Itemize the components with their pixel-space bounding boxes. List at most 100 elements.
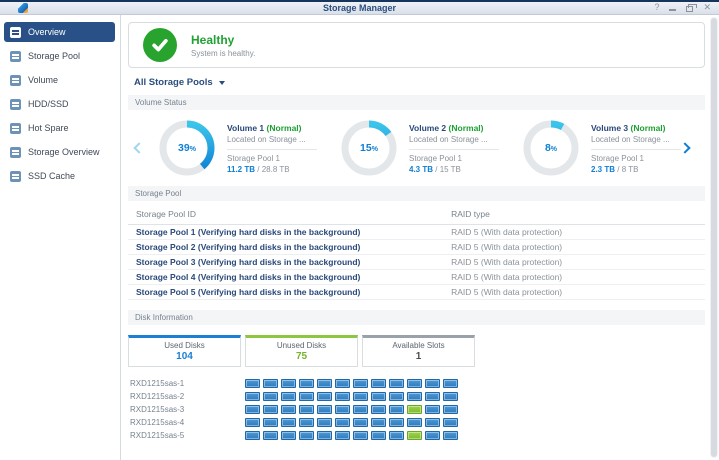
volume-total: / 15 TB	[435, 165, 461, 174]
sidebar-item[interactable]: Hot Spare	[4, 118, 115, 138]
volume-state: (Normal)	[267, 123, 302, 133]
disk-slot-grid	[245, 379, 458, 388]
disk-slot-used	[371, 379, 386, 388]
window-controls: ? ✕	[654, 2, 711, 13]
volume-carousel: 39 % Volume 1 (Normal) Located on Storag…	[128, 110, 705, 186]
disk-slot-used	[317, 392, 332, 401]
volume-used: 11.2 TB	[227, 165, 255, 174]
health-status-card: Healthy System is healthy.	[128, 22, 705, 68]
healthy-check-icon	[143, 28, 177, 62]
table-row[interactable]: Storage Pool 4 (Verifying hard disks in …	[128, 270, 705, 285]
storage-pool-filter-dropdown[interactable]: All Storage Pools	[134, 77, 225, 88]
disk-slot-used	[389, 431, 404, 440]
enclosure-row: RXD1215sas-3	[128, 403, 705, 416]
restore-icon[interactable]	[686, 6, 693, 12]
volume-status-section-header: Volume Status	[128, 95, 705, 110]
volume-card: 39 % Volume 1 (Normal) Located on Storag…	[159, 120, 317, 176]
sidebar-item[interactable]: Volume	[4, 70, 115, 90]
carousel-prev-icon[interactable]	[133, 142, 144, 153]
disk-slot-used	[389, 405, 404, 414]
sidebar-item[interactable]: Storage Overview	[4, 142, 115, 162]
overview-icon	[10, 27, 21, 38]
volume-percent: 39	[178, 142, 190, 154]
table-row[interactable]: Storage Pool 5 (Verifying hard disks in …	[128, 285, 705, 300]
disk-stat-card: Available Slots 1	[362, 335, 475, 367]
storage-manager-window: Storage Manager ? ✕ Overview Storage Poo…	[0, 0, 719, 460]
percent-sign: %	[551, 146, 557, 153]
volume-used: 2.3 TB	[591, 165, 615, 174]
raid-type-cell: RAID 5 (With data protection)	[451, 272, 705, 282]
sidebar-item-label: Storage Pool	[28, 51, 80, 61]
disk-slot-used	[425, 405, 440, 414]
sidebar-item-label: HDD/SSD	[28, 99, 69, 109]
enclosure-name: RXD1215sas-5	[128, 431, 245, 440]
volume-total: / 28.8 TB	[257, 165, 289, 174]
disk-slot-grid	[245, 431, 458, 440]
sidebar-item-label: Overview	[28, 27, 66, 37]
stat-label: Used Disks	[129, 341, 240, 350]
sidebar-item[interactable]: HDD/SSD	[4, 94, 115, 114]
pool-id-cell: Storage Pool 2 (Verifying hard disks in …	[128, 242, 451, 252]
pool-id-cell: Storage Pool 3 (Verifying hard disks in …	[128, 257, 451, 267]
sidebar-item-label: Volume	[28, 75, 58, 85]
volume-usage-donut: 8 %	[523, 120, 579, 176]
volume-state: (Normal)	[631, 123, 666, 133]
column-header-pool-id[interactable]: Storage Pool ID	[128, 209, 451, 219]
disk-slot-used	[299, 418, 314, 427]
enclosure-row: RXD1215sas-2	[128, 390, 705, 403]
disk-slot-used	[263, 418, 278, 427]
disk-slot-used	[335, 392, 350, 401]
disk-slot-used	[407, 392, 422, 401]
sidebar-item-label: Storage Overview	[28, 147, 100, 157]
disk-slot-used	[245, 392, 260, 401]
volume-name: Volume 2	[409, 123, 446, 133]
disk-slot-used	[407, 418, 422, 427]
table-row[interactable]: Storage Pool 1 (Verifying hard disks in …	[128, 225, 705, 240]
disk-slot-used	[353, 405, 368, 414]
disk-slot-used	[263, 405, 278, 414]
sidebar-item[interactable]: Overview	[4, 22, 115, 42]
sidebar-item-label: Hot Spare	[28, 123, 69, 133]
table-row[interactable]: Storage Pool 3 (Verifying hard disks in …	[128, 255, 705, 270]
sidebar-item[interactable]: SSD Cache	[4, 166, 115, 186]
column-header-raid-type[interactable]: RAID type	[451, 209, 705, 219]
disk-slot-used	[353, 379, 368, 388]
chevron-down-icon	[219, 81, 225, 85]
disk-slot-used	[425, 379, 440, 388]
help-icon[interactable]: ?	[654, 2, 659, 13]
disk-slot-unused	[407, 431, 422, 440]
stat-value: 1	[363, 351, 474, 362]
pool-id-cell: Storage Pool 5 (Verifying hard disks in …	[128, 287, 451, 297]
scrollbar-thumb[interactable]	[711, 18, 717, 457]
enclosure-name: RXD1215sas-1	[128, 379, 245, 388]
volume-percent: 15	[360, 142, 372, 154]
stat-label: Unused Disks	[246, 341, 357, 350]
disk-slot-used	[371, 392, 386, 401]
disk-slot-used	[263, 431, 278, 440]
disk-slot-used	[245, 405, 260, 414]
volume-card: 15 % Volume 2 (Normal) Located on Storag…	[341, 120, 499, 176]
storage-pool-table: Storage Pool ID RAID type Storage Pool 1…	[128, 204, 705, 300]
disk-slot-used	[335, 379, 350, 388]
disk-slot-used	[425, 418, 440, 427]
minimize-icon[interactable]	[669, 9, 676, 11]
disk-slot-used	[317, 379, 332, 388]
disk-slot-grid	[245, 418, 458, 427]
table-row[interactable]: Storage Pool 2 (Verifying hard disks in …	[128, 240, 705, 255]
sidebar-item[interactable]: Storage Pool	[4, 46, 115, 66]
disk-information-section-header: Disk Information	[128, 310, 705, 325]
percent-sign: %	[372, 146, 378, 153]
storage-pool-icon	[10, 51, 21, 62]
disk-slot-used	[389, 392, 404, 401]
titlebar: Storage Manager ? ✕	[0, 0, 719, 15]
volume-pool: Storage Pool 1	[409, 154, 499, 163]
close-icon[interactable]: ✕	[703, 2, 711, 13]
storage-pool-section-header: Storage Pool	[128, 186, 705, 201]
carousel-next-icon[interactable]	[679, 142, 690, 153]
disk-slot-used	[245, 431, 260, 440]
volume-location: Located on Storage ...	[591, 135, 681, 150]
enclosure-name: RXD1215sas-2	[128, 392, 245, 401]
disk-slot-used	[353, 418, 368, 427]
disk-slot-unused	[407, 405, 422, 414]
vertical-scrollbar[interactable]	[710, 17, 718, 458]
